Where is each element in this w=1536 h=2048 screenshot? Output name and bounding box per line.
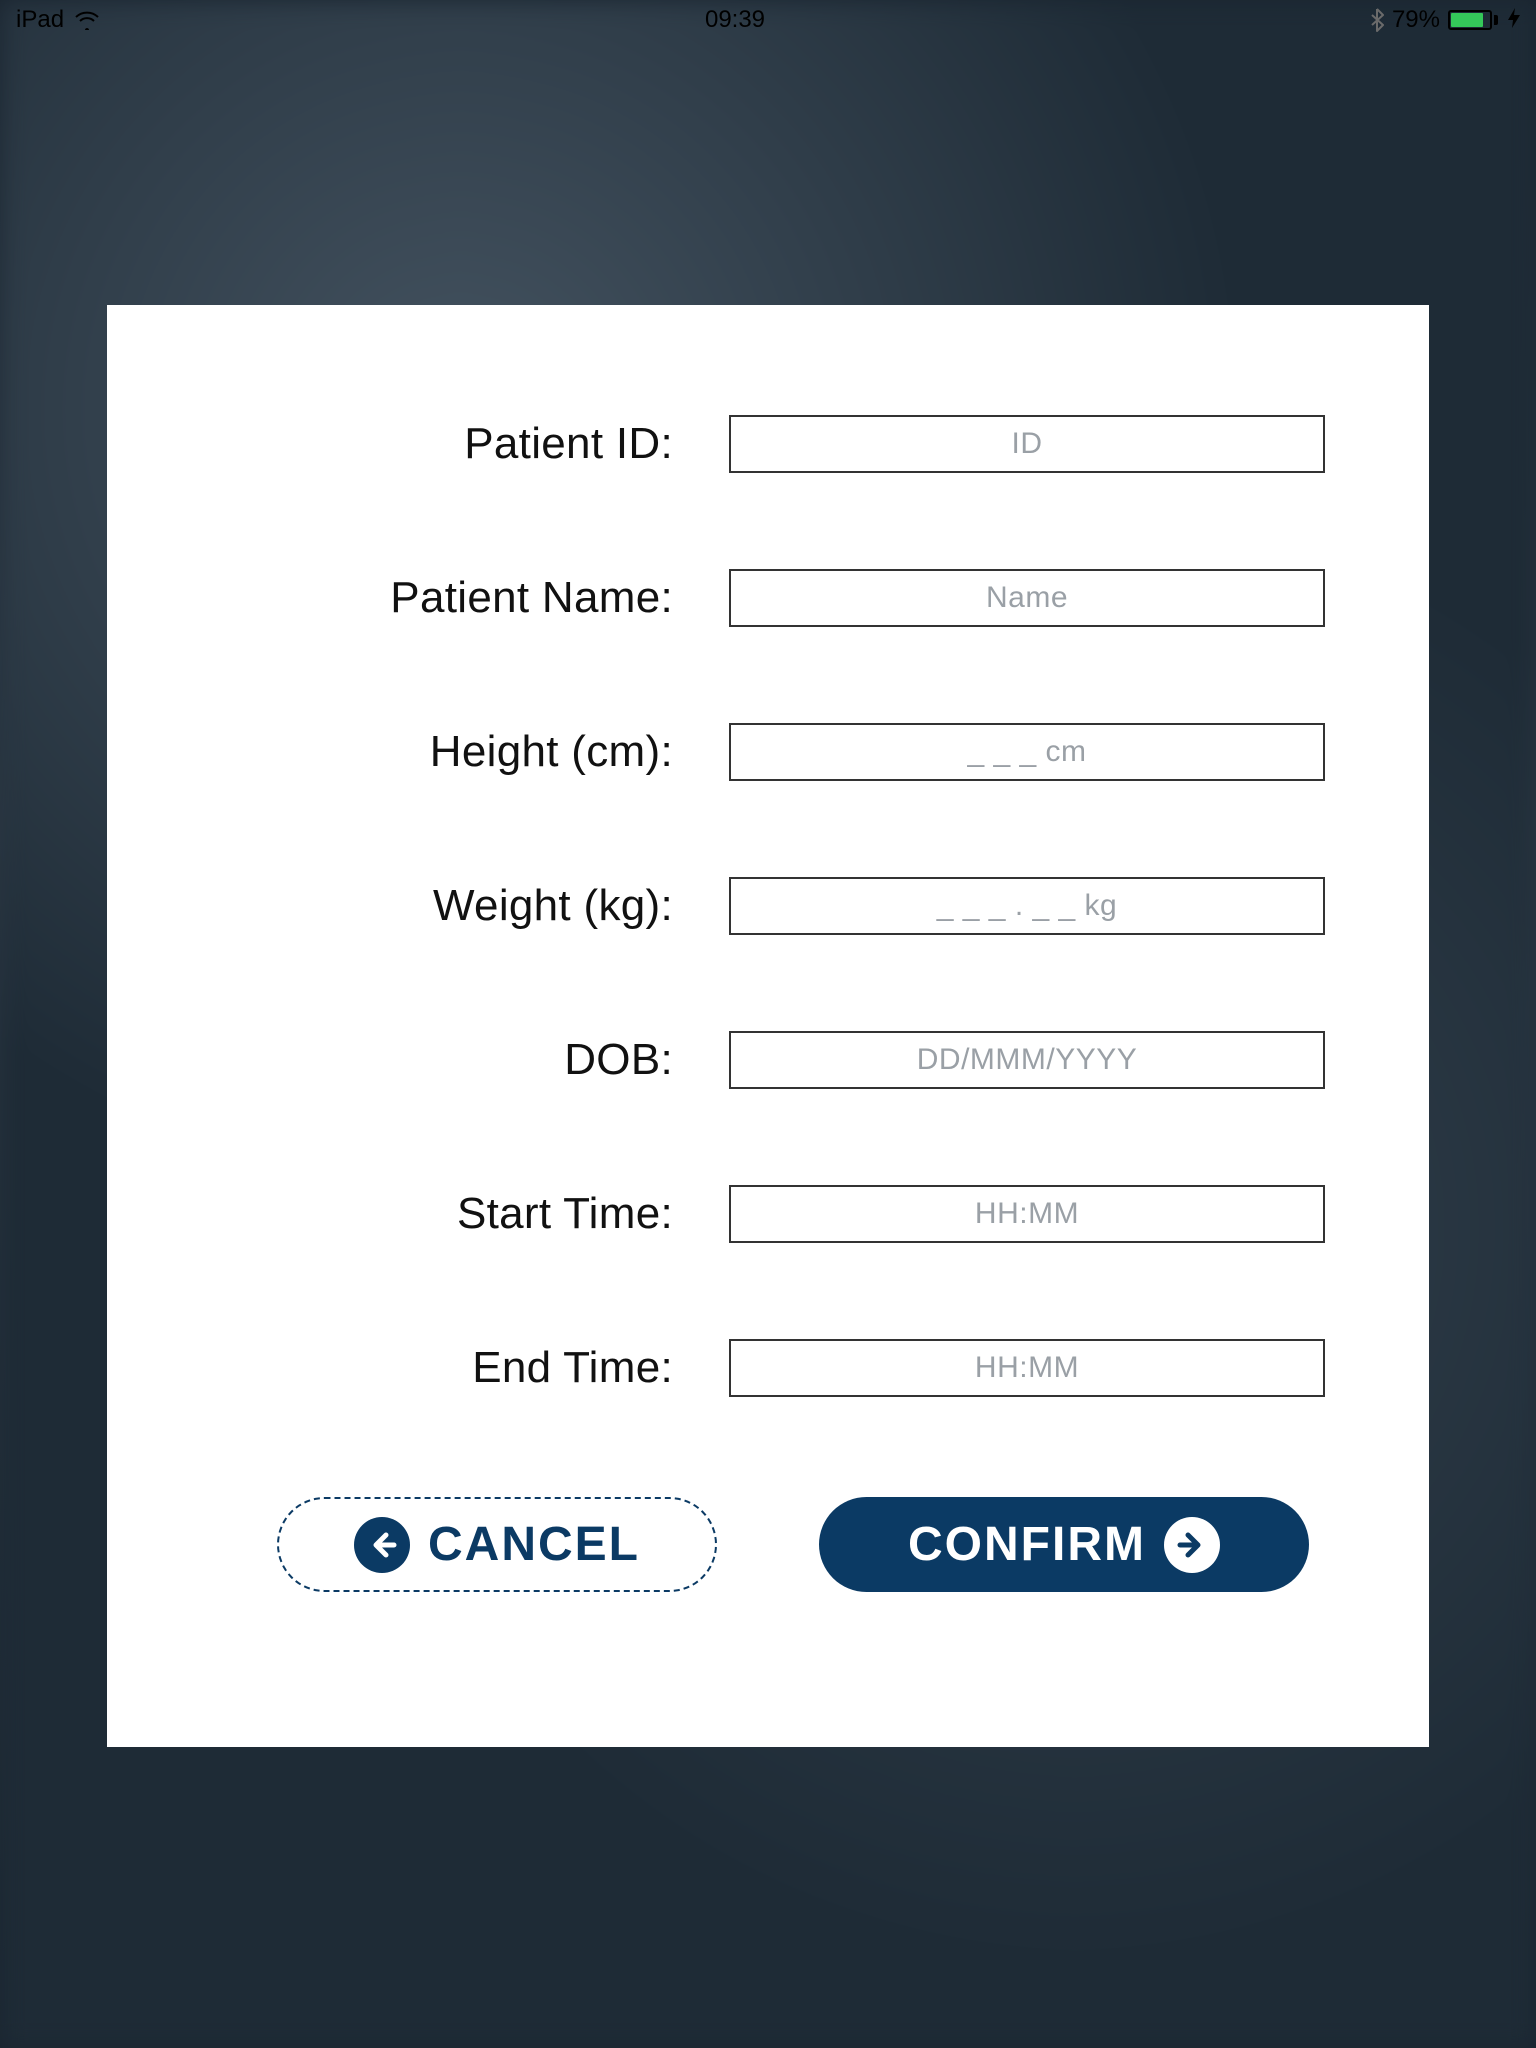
end-time-input[interactable] (729, 1339, 1325, 1397)
row-patient-name: Patient Name: (207, 569, 1329, 627)
label-patient-id: Patient ID: (207, 419, 729, 469)
arrow-right-icon (1164, 1517, 1220, 1573)
battery-icon (1448, 10, 1498, 30)
label-weight: Weight (kg): (207, 881, 729, 931)
row-start-time: Start Time: (207, 1185, 1329, 1243)
row-height: Height (cm): (207, 723, 1329, 781)
label-patient-name: Patient Name: (207, 573, 729, 623)
cancel-button[interactable]: CANCEL (277, 1497, 717, 1592)
row-dob: DOB: (207, 1031, 1329, 1089)
patient-form: Patient ID: Patient Name: Height (cm): W… (207, 415, 1329, 1397)
label-dob: DOB: (207, 1035, 729, 1085)
dob-input[interactable] (729, 1031, 1325, 1089)
wifi-icon (74, 10, 100, 30)
weight-input[interactable] (729, 877, 1325, 935)
height-input[interactable] (729, 723, 1325, 781)
patient-id-input[interactable] (729, 415, 1325, 473)
status-right: 79% (1370, 6, 1520, 34)
row-end-time: End Time: (207, 1339, 1329, 1397)
row-patient-id: Patient ID: (207, 415, 1329, 473)
patient-form-modal: Patient ID: Patient Name: Height (cm): W… (107, 305, 1429, 1747)
cancel-label: CANCEL (428, 1517, 640, 1572)
bluetooth-icon (1370, 8, 1384, 32)
start-time-input[interactable] (729, 1185, 1325, 1243)
label-end-time: End Time: (207, 1343, 729, 1393)
arrow-left-icon (354, 1517, 410, 1573)
device-label: iPad (16, 6, 64, 34)
screen: iPad 09:39 79% (0, 0, 1536, 2048)
status-time: 09:39 (705, 6, 765, 34)
label-start-time: Start Time: (207, 1189, 729, 1239)
status-bar: iPad 09:39 79% (0, 0, 1536, 40)
status-left: iPad (16, 6, 100, 34)
confirm-button[interactable]: CONFIRM (819, 1497, 1309, 1592)
button-row: CANCEL CONFIRM (207, 1497, 1329, 1592)
patient-name-input[interactable] (729, 569, 1325, 627)
row-weight: Weight (kg): (207, 877, 1329, 935)
battery-percent: 79% (1392, 6, 1440, 34)
charging-icon (1508, 8, 1520, 33)
confirm-label: CONFIRM (908, 1517, 1146, 1572)
label-height: Height (cm): (207, 727, 729, 777)
